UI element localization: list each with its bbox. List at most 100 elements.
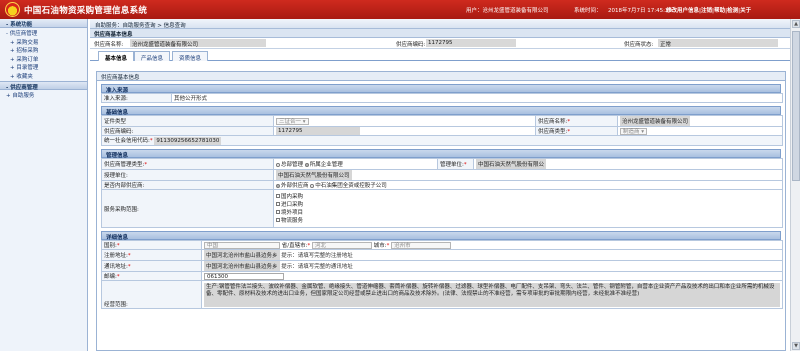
business-scope-value: 生产:钢管管件法兰接头、波纹补偿器、金属软管、绝缘接头、管道伸缩器、套筒补偿器、… [204,282,780,307]
cert-type-select[interactable]: 三证合一 ▾ [276,117,309,125]
tab-basic-info[interactable]: 基本信息 [98,51,135,62]
access-source-table: 准入来源: 其他公开形式 [101,93,783,103]
cert-type-label: 证件类型 [101,115,274,127]
mail-addr-label: 通讯地址: [104,264,128,270]
reg-addr-value: 中国河北沧州市盐山县边务乡 [204,250,280,260]
logout-link[interactable]: 注销 [701,8,712,14]
supplier-type-select[interactable]: 制造商 ▾ [620,127,648,135]
sidebar-section-supplier[interactable]: - 供应商管理 [0,81,87,91]
mgmt-unit-label: 管理单位: [440,162,464,168]
service-scope-label: 服务采购范围: [101,189,274,228]
sidebar-item-favorites[interactable]: + 收藏夹 [0,71,87,80]
scope-overseas[interactable]: 境外项目 [276,209,780,217]
panel-title: 供应商基本信息 [97,72,785,81]
supplier-code-label: 供应商编码: [396,42,426,48]
radio-checked-icon [276,183,280,188]
zip-input[interactable]: 061300 [204,272,284,280]
detail-info-table: 国别:* 中国 省/直辖市:* 河北 城市:* 沧州市 注册地址:* 中国河北沧… [101,240,783,309]
internal-supplier-label: 是否内部供应商: [101,180,274,190]
base-info-table: 证件类型 三证合一 ▾ 供应商名称:* 沧州龙盛管道装备有限公司 供应商编码: … [101,115,783,146]
tab-qualification-info[interactable]: 资质信息 [172,51,209,62]
radio-internal-supplier[interactable]: 中石油集团全资或控股子公司 [310,183,387,189]
sidebar: - 系统功能 - 供应商管理 + 采购交易 + 招标采购 + 采购订单 + 目录… [0,19,88,351]
petrochina-logo-icon [5,2,20,17]
sidebar-title[interactable]: - 系统功能 [0,19,87,28]
base-info-header: 基础信息 [101,106,781,116]
app-header: 中国石油物资采购管理信息系统 用户：沧州龙盛管道装备有限公司 系统时间： 201… [0,0,800,19]
sidebar-item-orders[interactable]: + 采购订单 [0,54,87,63]
basic-info-row: 供应商名称: 沧州龙盛管道装备有限公司 供应商编码: 1172795 供应商状态… [90,38,790,49]
zip-label: 邮编: [104,274,117,280]
credit-code-label: 统一社会信用代码: [104,138,150,144]
radio-general-mgmt[interactable]: 总部管理 [276,162,303,168]
mail-addr-hint: 提示：请填写完整的通讯地址 [281,264,353,270]
province-label: 省/直辖市: [281,243,308,249]
about-link[interactable]: 关于 [740,8,751,14]
reg-addr-label: 注册地址: [104,253,128,259]
auth-unit-label: 授理单位: [101,169,274,181]
base-name-value: 沧州龙盛管道装备有限公司 [620,116,691,126]
basic-info-panel: 供应商基本信息 准入来源 准入来源: 其他公开形式 基础信息 证件类型 三证合一… [96,71,786,351]
scroll-thumb[interactable] [792,31,800,181]
help-link[interactable]: 帮助 [714,8,725,14]
supplier-status-value: 正常 [658,39,778,48]
checkbox-icon [276,210,280,214]
country-select[interactable]: 中国 [204,242,280,249]
breadcrumb: 自助服务：自助服务查询 > 信息查询 [90,19,790,29]
base-name-label: 供应商名称: [538,119,568,125]
supplier-name-value: 沧州龙盛管道装备有限公司 [130,39,266,48]
sidebar-item-procurement[interactable]: + 采购交易 [0,37,87,46]
reg-addr-hint: 提示：请填写完整的注册地址 [281,253,353,259]
manage-info-header: 管理信息 [101,149,781,159]
checkbox-icon [276,202,280,206]
sidebar-item-supplier-mgmt[interactable]: - 供应商管理 [0,28,87,37]
detail-info-header: 详细信息 [101,231,781,241]
access-source-value: 其他公开形式 [171,93,783,103]
app-title: 中国石油物资采购管理信息系统 [24,6,148,16]
base-code-value: 1172795 [276,127,360,135]
supplier-name-label: 供应商名称: [94,42,124,48]
country-label: 国别: [104,243,117,249]
detail-tabs: 基本信息 产品信息 资质信息 [90,50,790,62]
checkbox-icon [276,218,280,222]
radio-checked-icon [304,162,309,167]
current-user: 用户：沧州龙盛管道装备有限公司 [466,8,549,14]
mgmt-unit-value: 中国石油天然气股份有限公 [476,159,547,169]
scroll-up-icon[interactable]: ▲ [792,20,800,28]
scroll-down-icon[interactable]: ▼ [792,342,800,350]
tab-product-info[interactable]: 产品信息 [134,51,171,62]
check-link[interactable]: 检测 [727,8,738,14]
system-time: 2018年7月7日 17:45:29 [608,8,672,14]
header-links: 修改用户信息|注销|帮助|检测|关于 [666,8,752,14]
radio-icon [276,162,280,167]
access-source-header: 准入来源 [101,84,781,94]
city-select[interactable]: 沧州市 [391,242,452,249]
business-scope-label: 经营范围: [101,280,202,309]
mail-addr-value: 中国河北沧州市盐山县边务乡 [204,261,280,271]
sidebar-item-catalog[interactable]: + 目录管理 [0,62,87,71]
base-code-label: 供应商编码: [101,126,274,136]
mgmt-type-label: 供应商管理类型: [104,162,145,168]
basic-section-title: 供应商基本信息 [90,29,790,38]
page-scrollbar[interactable]: ▲ ▼ [790,19,800,351]
scope-domestic[interactable]: 国内采购 [276,193,780,201]
sidebar-item-self-service[interactable]: + 自助服务 [0,90,87,99]
supplier-type-label: 供应商类型: [538,129,568,135]
checkbox-icon [276,194,280,198]
system-time-label: 系统时间： [574,8,602,14]
auth-unit-value: 中国石油天然气股份有限公司 [276,170,352,180]
radio-icon [310,183,315,188]
edit-user-info-link[interactable]: 修改用户信息 [666,8,699,14]
manage-info-table: 供应商管理类型:* 总部管理 所属企业管理 管理单位:* 中国石油天然气股份有限… [101,158,783,228]
sidebar-item-tender[interactable]: + 招标采购 [0,45,87,54]
scope-import[interactable]: 进口采购 [276,201,780,209]
province-select[interactable]: 河北 [311,242,372,249]
radio-external-supplier[interactable]: 外部供应商 [276,183,309,189]
supplier-status-label: 供应商状态: [624,42,654,48]
credit-code-value: 911309256652781030 [154,137,222,145]
scope-logistics[interactable]: 物流服务 [276,217,780,225]
main-content: 自助服务：自助服务查询 > 信息查询 供应商基本信息 供应商名称: 沧州龙盛管道… [90,19,790,351]
radio-local-mgmt[interactable]: 所属企业管理 [304,162,343,168]
access-source-label: 准入来源: [101,93,172,103]
supplier-code-value: 1172795 [426,39,516,47]
